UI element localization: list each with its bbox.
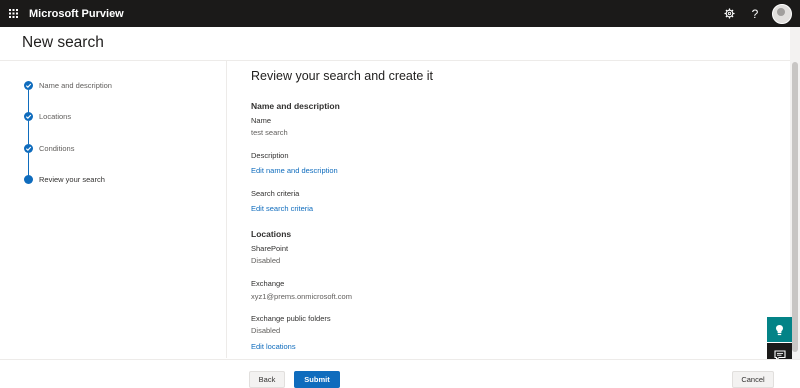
feedback-button[interactable] bbox=[767, 317, 792, 342]
feedback-bulb-icon bbox=[776, 324, 783, 335]
app-title[interactable]: Microsoft Purview bbox=[29, 8, 124, 20]
step-name-and-description[interactable]: Name and description bbox=[24, 81, 112, 90]
section-heading-locations: Locations bbox=[251, 229, 292, 239]
edit-name-and-description-link[interactable]: Edit name and description bbox=[251, 166, 338, 175]
step-review-your-search[interactable]: Review your search bbox=[24, 175, 105, 184]
step-label: Conditions bbox=[39, 144, 75, 153]
scrollbar-thumb[interactable] bbox=[792, 62, 798, 352]
exchange-public-folders-value: Disabled bbox=[251, 326, 281, 335]
name-label: Name bbox=[251, 116, 272, 125]
step-locations[interactable]: Locations bbox=[24, 112, 71, 121]
section-heading-name-and-description: Name and description bbox=[251, 101, 340, 111]
exchange-value: xyz1@prems.onmicrosoft.com bbox=[251, 292, 352, 301]
page-title: New search bbox=[22, 34, 104, 51]
sharepoint-value: Disabled bbox=[251, 256, 281, 265]
review-title: Review your search and create it bbox=[251, 69, 434, 83]
cancel-button[interactable]: Cancel bbox=[732, 371, 774, 388]
sharepoint-label: SharePoint bbox=[251, 244, 289, 253]
wizard-steps: Name and description Locations Condition… bbox=[0, 61, 227, 358]
exchange-label: Exchange bbox=[251, 279, 285, 288]
step-connector bbox=[28, 90, 29, 113]
step-check-icon bbox=[24, 81, 33, 90]
name-value: test search bbox=[251, 128, 288, 137]
step-label: Review your search bbox=[39, 175, 105, 184]
description-label: Description bbox=[251, 151, 289, 160]
help-icon[interactable]: ? bbox=[744, 3, 766, 25]
exchange-public-folders-label: Exchange public folders bbox=[251, 314, 331, 323]
step-label: Locations bbox=[39, 112, 72, 121]
search-criteria-label: Search criteria bbox=[251, 189, 300, 198]
step-label: Name and description bbox=[39, 81, 112, 90]
app-launcher-icon[interactable] bbox=[0, 0, 27, 27]
step-conditions[interactable]: Conditions bbox=[24, 144, 74, 153]
step-connector bbox=[28, 121, 29, 144]
step-current-dot-icon bbox=[24, 175, 33, 184]
step-check-icon bbox=[24, 144, 33, 153]
step-check-icon bbox=[24, 112, 33, 121]
submit-button[interactable]: Submit bbox=[294, 371, 340, 388]
edit-search-criteria-link[interactable]: Edit search criteria bbox=[251, 204, 313, 213]
back-button[interactable]: Back bbox=[249, 371, 285, 388]
edit-locations-link[interactable]: Edit locations bbox=[251, 342, 296, 351]
user-avatar[interactable] bbox=[772, 3, 792, 24]
top-bar: Microsoft Purview ? bbox=[0, 0, 800, 27]
step-connector bbox=[28, 153, 29, 176]
wizard-footer: Back Submit Cancel bbox=[0, 359, 800, 388]
settings-gear-icon[interactable] bbox=[718, 3, 740, 25]
